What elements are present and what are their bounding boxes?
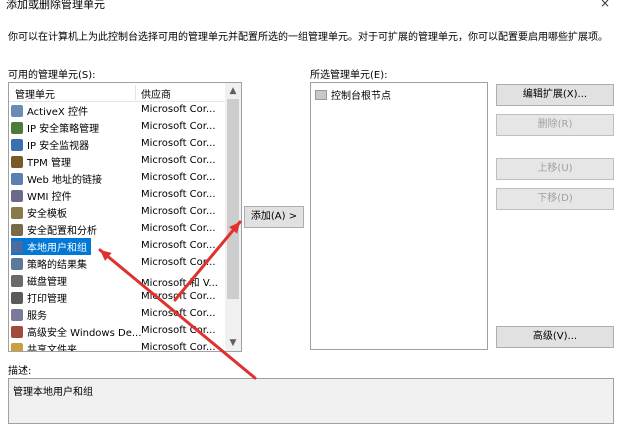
annotation-arrow-add [173,220,242,302]
annotation-arrow-list [98,248,257,380]
annotation-overlay [98,220,257,380]
